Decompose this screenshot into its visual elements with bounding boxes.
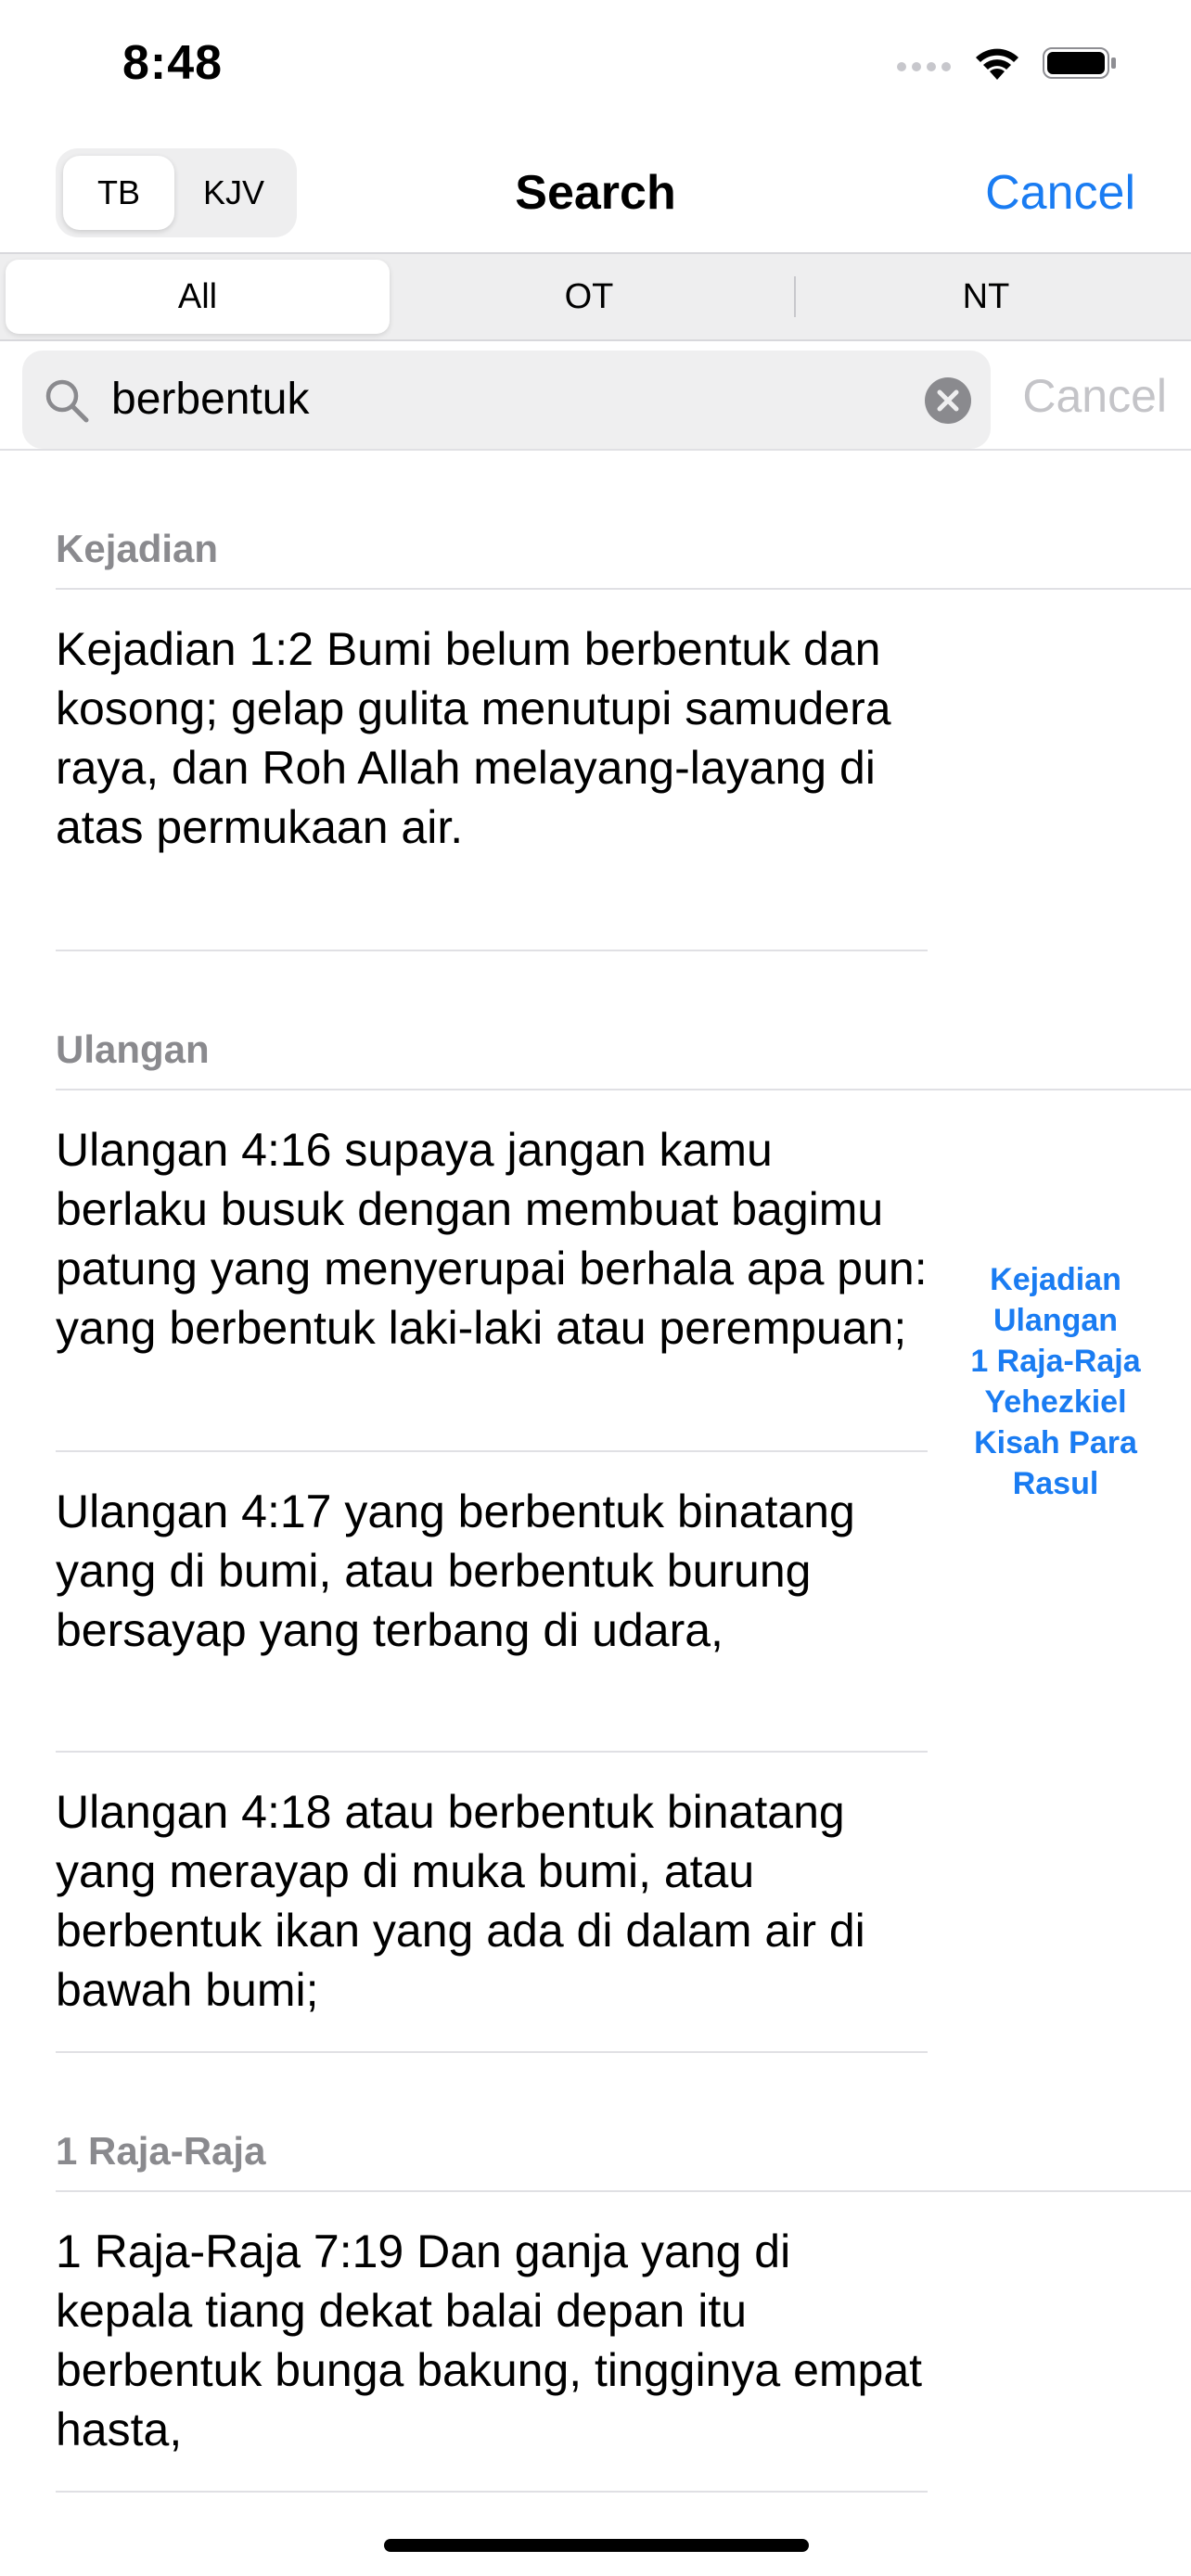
wifi-icon	[976, 48, 1018, 80]
row-divider	[56, 2491, 928, 2493]
home-indicator	[384, 2539, 809, 2552]
section-index-ulangan[interactable]: Ulangan	[928, 1300, 1184, 1341]
result-row[interactable]: Ulangan 4:18 atau berbentuk binatang yan…	[56, 1782, 928, 2020]
result-row[interactable]: Ulangan 4:16 supaya jangan kamu berlaku …	[56, 1120, 928, 1358]
result-row[interactable]: 1 Raja-Raja 7:19 Dan ganja yang di kepal…	[56, 2222, 928, 2459]
status-icons	[896, 45, 1117, 82]
row-divider	[56, 950, 928, 951]
row-divider	[56, 1450, 928, 1452]
search-input[interactable]	[111, 351, 928, 449]
scope-option-nt[interactable]: NT	[794, 260, 1178, 334]
result-row[interactable]: Kejadian 1:2 Bumi belum berbentuk dan ko…	[56, 619, 928, 857]
section-index-kisah-para-rasul[interactable]: Kisah Para Rasul	[928, 1422, 1184, 1504]
section-header-ulangan: Ulangan	[56, 1027, 210, 1071]
search-bar: Cancel	[0, 343, 1191, 451]
section-divider	[56, 588, 1191, 590]
section-index-1-raja-raja[interactable]: 1 Raja-Raja	[928, 1341, 1184, 1382]
nav-bar: TB KJV Search Cancel	[0, 139, 1191, 250]
clear-text-icon[interactable]	[924, 376, 972, 425]
cellular-signal-icon	[897, 62, 951, 71]
section-header-1-raja-raja: 1 Raja-Raja	[56, 2129, 266, 2173]
status-time: 8:48	[122, 36, 224, 90]
scope-control: All OT NT	[0, 252, 1191, 341]
section-divider	[56, 2190, 1191, 2192]
section-header-kejadian: Kejadian	[56, 527, 219, 570]
search-cancel-button[interactable]: Cancel	[1022, 369, 1167, 423]
search-icon	[45, 379, 89, 423]
battery-icon	[1043, 47, 1116, 79]
section-index-yehezkiel[interactable]: Yehezkiel	[928, 1382, 1184, 1422]
row-divider	[56, 2051, 928, 2053]
section-index: Kejadian Ulangan 1 Raja-Raja Yehezkiel K…	[928, 1259, 1184, 1504]
scope-option-all[interactable]: All	[6, 260, 390, 334]
section-divider	[56, 1089, 1191, 1090]
search-field[interactable]	[22, 351, 991, 449]
nav-cancel-button[interactable]: Cancel	[985, 165, 1135, 221]
result-row[interactable]: Ulangan 4:17 yang berbentuk binatang yan…	[56, 1482, 928, 1660]
section-index-kejadian[interactable]: Kejadian	[928, 1259, 1184, 1300]
row-divider	[56, 1751, 928, 1753]
scope-option-ot[interactable]: OT	[397, 260, 781, 334]
status-bar: 8:48	[0, 0, 1191, 130]
